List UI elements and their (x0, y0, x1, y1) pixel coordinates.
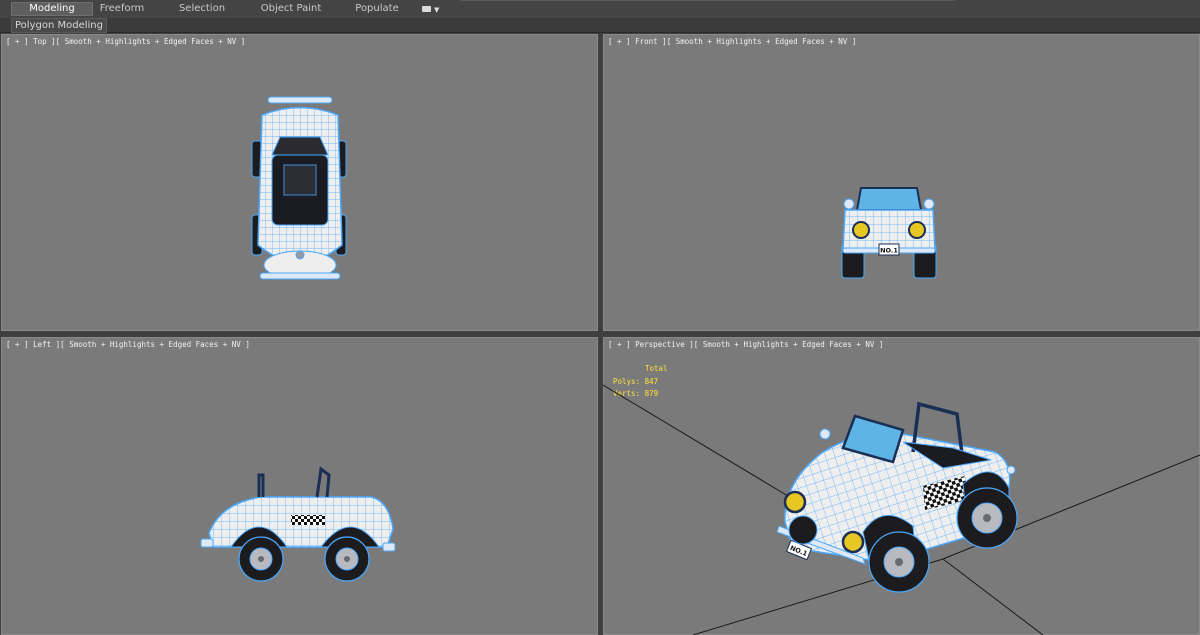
car-front-view: NO.1 (841, 187, 937, 279)
ribbon-divider (460, 0, 955, 5)
plate-text-front: NO.1 (880, 247, 898, 255)
chevron-down-icon: ▼ (434, 6, 440, 14)
ribbon-toggle-icon (422, 6, 431, 12)
viewport-top[interactable]: [ + ] Top ][ Smooth + Highlights + Edged… (1, 34, 598, 331)
panel-title-polygon-modeling[interactable]: Polygon Modeling (11, 18, 107, 33)
ribbon-tab-bar: Modeling Freeform Selection Object Paint… (0, 0, 1200, 19)
viewport-perspective[interactable]: [ + ] Perspective ][ Smooth + Highlights… (603, 337, 1200, 635)
tab-selection[interactable]: Selection (176, 2, 228, 16)
ribbon-options-dropdown[interactable]: ▼ (420, 3, 440, 15)
car-top-view (251, 96, 347, 280)
viewport-front[interactable]: [ + ] Front ][ Smooth + Highlights + Edg… (603, 34, 1200, 331)
tab-modeling[interactable]: Modeling (11, 2, 93, 16)
viewport-left[interactable]: [ + ] Left ][ Smooth + Highlights + Edge… (1, 337, 598, 635)
car-side-view (200, 466, 396, 582)
ribbon-panel-bar: Polygon Modeling (0, 18, 1200, 33)
tab-populate[interactable]: Populate (352, 2, 402, 16)
car-perspective-view: NO.1 (603, 384, 1200, 635)
tab-object-paint[interactable]: Object Paint (258, 2, 324, 16)
tab-freeform[interactable]: Freeform (98, 2, 146, 16)
